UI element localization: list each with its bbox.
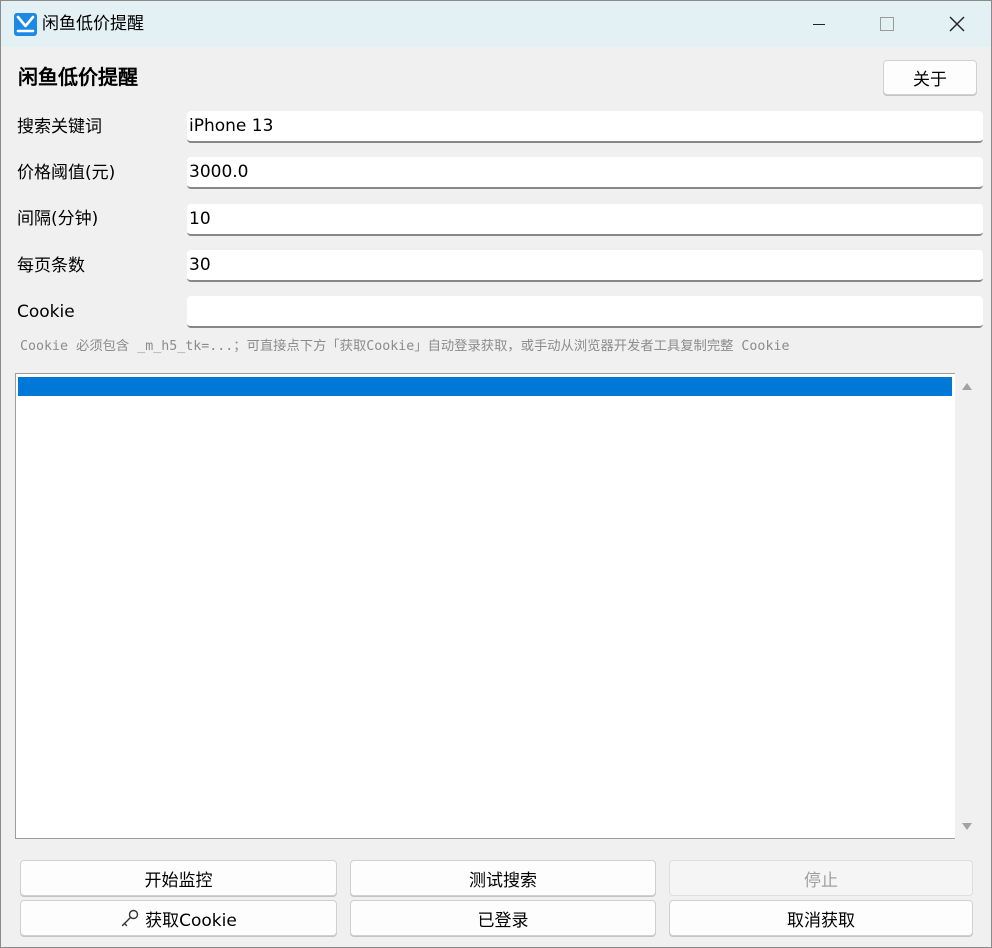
test-search-label: 测试搜索 [469, 870, 537, 891]
window-title: 闲鱼低价提醒 [42, 14, 144, 34]
get-cookie-button[interactable]: 获取Cookie [20, 900, 337, 936]
scroll-up-arrow-icon[interactable] [961, 381, 973, 391]
close-icon [949, 16, 965, 32]
cookie-input[interactable] [187, 296, 983, 328]
stop-label: 停止 [804, 870, 838, 891]
interval-label: 间隔(分钟) [17, 209, 99, 229]
logged-in-label: 已登录 [477, 910, 529, 931]
cancel-get-button[interactable]: 取消获取 [669, 900, 973, 936]
about-button[interactable]: 关于 [883, 60, 977, 95]
page-size-label: 每页条数 [17, 256, 85, 276]
selected-list-row[interactable] [18, 377, 952, 396]
keyword-input[interactable] [187, 111, 983, 143]
xianyu-app-icon [14, 13, 37, 36]
scroll-down-arrow-icon[interactable] [961, 822, 973, 832]
start-monitor-label: 开始监控 [144, 870, 213, 891]
minimize-button[interactable] [796, 1, 842, 47]
app-window: 闲鱼低价提醒 闲鱼低价提醒 关于 搜索关键词 价格阈值(元) 间隔(分钟) 每页… [0, 0, 992, 948]
maximize-icon [880, 17, 894, 31]
minimize-icon [813, 24, 825, 25]
title-bar[interactable]: 闲鱼低价提醒 [1, 1, 991, 47]
start-monitor-button[interactable]: 开始监控 [20, 860, 337, 896]
logged-in-button[interactable]: 已登录 [350, 900, 656, 936]
result-list[interactable] [15, 373, 979, 839]
key-icon [121, 909, 139, 927]
get-cookie-label: 获取Cookie [145, 910, 237, 931]
close-button[interactable] [934, 1, 980, 47]
interval-input[interactable] [187, 204, 983, 236]
cookie-label: Cookie [17, 302, 75, 322]
keyword-label: 搜索关键词 [17, 117, 102, 137]
cookie-hint: Cookie 必须包含 _m_h5_tk=...；可直接点下方「获取Cookie… [20, 339, 790, 354]
test-search-button[interactable]: 测试搜索 [350, 860, 656, 896]
stop-button[interactable]: 停止 [669, 860, 973, 896]
page-heading: 闲鱼低价提醒 [18, 65, 138, 89]
page-size-input[interactable] [187, 250, 983, 282]
price-threshold-label: 价格阈值(元) [17, 163, 116, 183]
maximize-button[interactable] [864, 1, 910, 47]
list-scrollbar[interactable] [955, 373, 979, 839]
price-threshold-input[interactable] [187, 157, 983, 189]
cancel-get-label: 取消获取 [787, 910, 855, 931]
